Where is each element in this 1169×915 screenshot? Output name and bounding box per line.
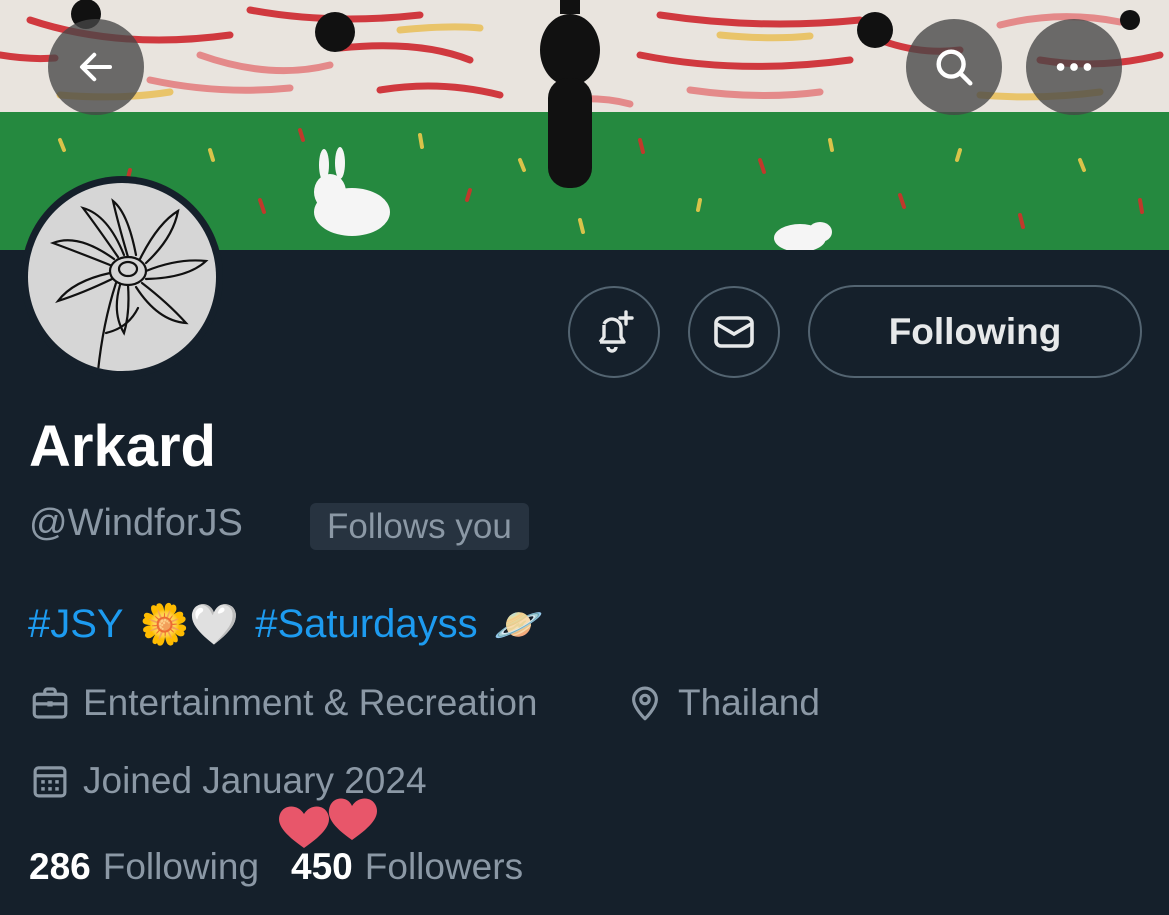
calendar-icon [33, 766, 67, 798]
bell-plus-icon [598, 310, 634, 353]
bio: #JSY 🌼🤍 #Saturdayss 🪐 [28, 596, 543, 652]
envelope-icon [714, 316, 754, 348]
following-stat-label: Following [102, 846, 260, 887]
following-button-label: Following [888, 310, 1062, 352]
followers-stat[interactable]: 450 Followers [291, 844, 523, 890]
following-stat[interactable]: 286 Following [29, 844, 259, 890]
daisy-flower-icon [49, 198, 209, 371]
followers-stat-label: Followers [364, 846, 524, 887]
hashtag-link[interactable]: #Saturdayss [255, 602, 477, 647]
back-button[interactable] [48, 19, 144, 115]
avatar[interactable] [21, 176, 223, 378]
category-text: Entertainment & Recreation [83, 682, 538, 723]
bio-emoji: 🪐 [493, 602, 544, 647]
following-count: 286 [29, 846, 91, 887]
avatar-image [28, 183, 216, 371]
search-icon [936, 49, 973, 86]
location-pin-icon [632, 686, 658, 721]
follow-stats: 286 Following 450 Followers [29, 844, 523, 890]
more-options-button[interactable] [1026, 19, 1122, 115]
search-button[interactable] [906, 19, 1002, 115]
briefcase-icon [32, 687, 68, 719]
follows-you-badge: Follows you [310, 503, 529, 550]
more-horizontal-icon [1056, 63, 1092, 71]
profile-location: Thailand [624, 682, 820, 724]
location-text: Thailand [678, 682, 820, 723]
bio-emoji: 🌼🤍 [139, 602, 240, 647]
hashtag-link[interactable]: #JSY [28, 602, 124, 647]
user-handle: @WindforJS [29, 502, 243, 544]
profile-category: Entertainment & Recreation [29, 682, 538, 724]
message-button[interactable] [688, 286, 780, 378]
display-name: Arkard [29, 414, 216, 479]
following-button[interactable]: Following [808, 285, 1142, 378]
followers-count: 450 [291, 846, 353, 887]
arrow-left-icon [79, 52, 113, 82]
notifications-button[interactable] [568, 286, 660, 378]
